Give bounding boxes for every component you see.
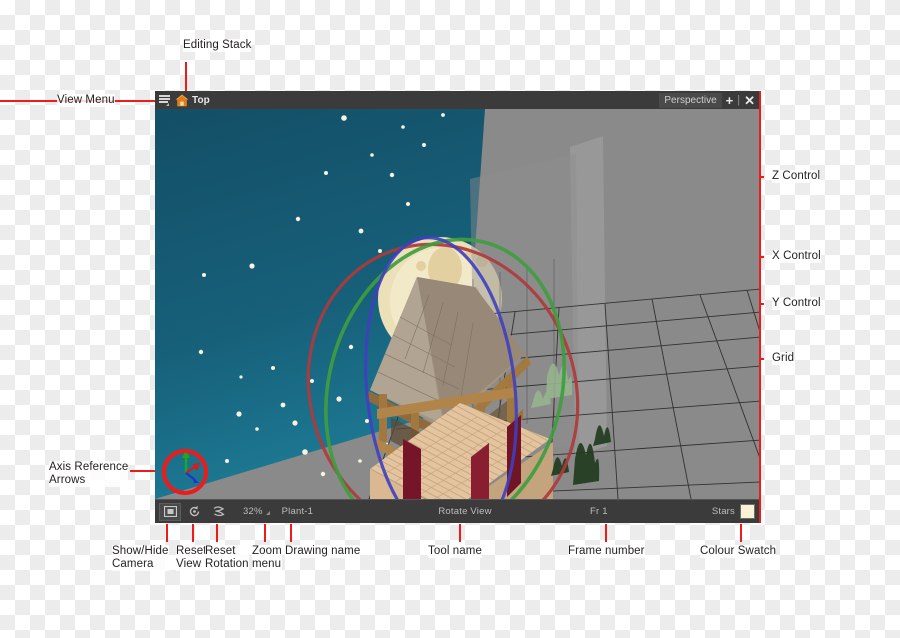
hamburger-menu-icon[interactable]: [159, 94, 172, 106]
annotation-grid: Grid: [772, 352, 795, 365]
leader-colour-swatch: [740, 524, 742, 542]
annotation-editing-stack: Editing Stack: [183, 39, 252, 52]
annotation-x-control: X Control: [772, 250, 821, 263]
annotation-drawing-name: Drawing name: [285, 545, 361, 558]
editing-stack-label[interactable]: Top: [192, 95, 210, 106]
screenshot-canvas: Editing Stack View Menu Z Control X Cont…: [0, 0, 900, 638]
leader-zoom-menu: [264, 524, 266, 542]
axis-reference-arrows-highlight: [162, 449, 208, 495]
annotation-tool-name: Tool name: [428, 545, 482, 558]
leader-show-hide-camera: [166, 524, 168, 542]
view-titlebar: Top Perspective + | ✕: [155, 91, 759, 109]
leader-tool-name: [459, 524, 461, 542]
perspective-view-window: Top Perspective + | ✕ 32% Plant-1 Rotate…: [155, 91, 761, 523]
home-house-icon[interactable]: [175, 94, 189, 107]
annotation-zoom-menu: Zoom menu: [252, 545, 282, 571]
annotation-axis-reference-arrows: Axis Reference Arrows: [49, 461, 129, 487]
leader-frame-number: [605, 524, 607, 542]
leader-drawing-name: [290, 524, 292, 542]
frame-number-label: Fr 1: [590, 506, 608, 517]
3d-viewport[interactable]: [155, 109, 759, 499]
annotation-z-control: Z Control: [772, 170, 821, 183]
annotation-colour-swatch: Colour Swatch: [700, 545, 777, 558]
annotation-reset-rotation: Reset Rotation: [205, 545, 249, 571]
add-view-button[interactable]: +: [724, 94, 736, 107]
leader-reset-rotation: [216, 524, 218, 542]
annotation-view-menu: View Menu: [57, 94, 115, 107]
titlebar-separator: |: [737, 94, 741, 106]
colour-swatch-group[interactable]: Stars: [712, 504, 755, 519]
close-icon[interactable]: ✕: [742, 94, 757, 107]
annotation-y-control: Y Control: [772, 297, 821, 310]
view-statusbar: 32% Plant-1 Rotate View Fr 1 Stars: [155, 499, 759, 523]
view-type-label[interactable]: Perspective: [659, 92, 722, 108]
tool-name-label: Rotate View: [438, 506, 492, 517]
colour-swatch[interactable]: [740, 504, 755, 519]
annotation-show-hide-camera: Show/Hide Camera: [112, 545, 169, 571]
leader-reset-view: [192, 524, 194, 542]
annotation-reset-view: Reset View: [176, 545, 207, 571]
colour-name-label: Stars: [711, 506, 735, 517]
annotation-frame-number: Frame number: [568, 545, 645, 558]
